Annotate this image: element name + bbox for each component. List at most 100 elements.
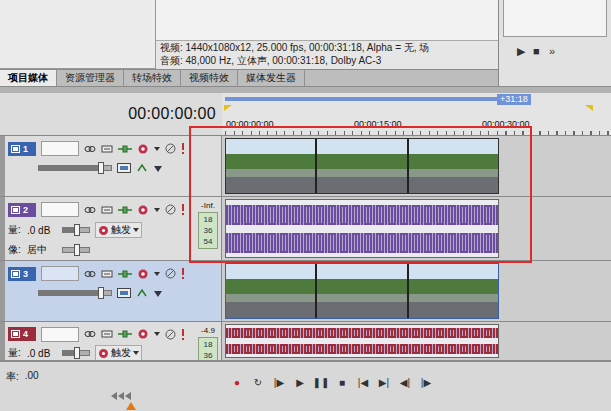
- fx-gear-icon[interactable]: [137, 204, 149, 216]
- pan-row: 像:居中: [8, 243, 193, 257]
- meter-scale: 183654: [198, 212, 218, 249]
- ruler[interactable]: +31:1800:00:00:0000:00:15:0000:00:30:00: [222, 93, 611, 135]
- tab[interactable]: 项目媒体: [0, 70, 57, 86]
- track-name-field[interactable]: [41, 266, 79, 281]
- bypass-icon[interactable]: [101, 144, 113, 154]
- rate-handle-icon[interactable]: [111, 392, 133, 400]
- volume-slider[interactable]: [62, 227, 90, 233]
- fx-gear-icon[interactable]: [137, 268, 149, 280]
- waveform-left: [226, 202, 498, 227]
- loop-end-icon[interactable]: [585, 105, 593, 111]
- transport-button[interactable]: |◀: [354, 375, 372, 391]
- video-thumbnail: [226, 139, 315, 193]
- compositing-mode-icon[interactable]: [153, 163, 163, 173]
- transport-button[interactable]: ▶: [291, 375, 309, 391]
- fx-gear-icon[interactable]: [137, 143, 149, 155]
- track-badge[interactable]: 3: [8, 267, 36, 281]
- trigger-dropdown[interactable]: 触发: [95, 222, 142, 238]
- solo-icon[interactable]: [181, 329, 185, 340]
- video-event[interactable]: [225, 263, 499, 319]
- level-thumb[interactable]: [98, 287, 104, 299]
- transport-button[interactable]: ▶|: [375, 375, 393, 391]
- track-name-field[interactable]: [41, 327, 79, 342]
- track-header[interactable]: 1: [0, 136, 222, 196]
- track-lane[interactable]: [222, 197, 611, 260]
- splitter[interactable]: [0, 86, 611, 93]
- volume-slider[interactable]: [62, 350, 90, 356]
- loop-region[interactable]: [225, 97, 497, 101]
- meter-tick: 36: [204, 350, 213, 361]
- volume-thumb[interactable]: [74, 224, 80, 236]
- volume-thumb[interactable]: [74, 347, 80, 359]
- loop-bar[interactable]: +31:18: [222, 93, 611, 105]
- audio-event[interactable]: [225, 324, 499, 358]
- level-thumb[interactable]: [98, 162, 104, 174]
- track-name-field[interactable]: [41, 202, 79, 217]
- parent-icon[interactable]: [136, 163, 148, 173]
- mute-icon[interactable]: [165, 268, 176, 279]
- transport-button[interactable]: |▶: [270, 375, 288, 391]
- transport-button[interactable]: |▶: [417, 375, 435, 391]
- level-slider[interactable]: [38, 290, 112, 296]
- video-event[interactable]: [225, 138, 499, 194]
- compositing-mode-icon[interactable]: [153, 288, 163, 298]
- rate-slider[interactable]: [86, 392, 176, 410]
- motion-icon[interactable]: [117, 288, 131, 298]
- tab[interactable]: 媒体发生器: [238, 70, 305, 86]
- ruler-row: 00:00:00:00+31:1800:00:00:0000:00:15:000…: [0, 93, 611, 136]
- composite-icon[interactable]: [118, 205, 132, 215]
- loop-start-icon[interactable]: [224, 105, 232, 111]
- motion-icon[interactable]: [117, 163, 131, 173]
- track-header[interactable]: 2量:.0 dB触发像:居中-Inf.183654: [0, 197, 222, 260]
- preview-button[interactable]: »: [549, 45, 559, 58]
- preview-button[interactable]: ▶: [517, 45, 527, 58]
- solo-icon[interactable]: [181, 268, 185, 279]
- level-slider[interactable]: [38, 165, 112, 171]
- bypass-icon[interactable]: [101, 269, 113, 279]
- tab[interactable]: 转场特效: [124, 70, 181, 86]
- tab[interactable]: 视频特效: [181, 70, 238, 86]
- track-badge[interactable]: 2: [8, 203, 36, 217]
- media-list[interactable]: [0, 0, 156, 69]
- transport-button[interactable]: ❚❚: [312, 375, 330, 391]
- track-lane[interactable]: [222, 322, 611, 360]
- mute-icon[interactable]: [165, 204, 176, 215]
- track-lane[interactable]: [222, 261, 611, 321]
- pan-thumb[interactable]: [74, 244, 80, 256]
- mute-icon[interactable]: [165, 329, 176, 340]
- parent-icon[interactable]: [136, 288, 148, 298]
- tab[interactable]: 资源管理器: [57, 70, 124, 86]
- track-badge[interactable]: 1: [8, 142, 36, 156]
- solo-icon[interactable]: [181, 204, 185, 215]
- track-header[interactable]: 3: [0, 261, 222, 321]
- fx-gear-icon[interactable]: [137, 328, 149, 340]
- composite-icon[interactable]: [118, 269, 132, 279]
- composite-icon[interactable]: [118, 329, 132, 339]
- preview-button[interactable]: ■: [533, 45, 543, 58]
- bypass-icon[interactable]: [101, 205, 113, 215]
- track-badge[interactable]: 4: [8, 327, 36, 341]
- link-icon[interactable]: [84, 205, 96, 215]
- dropdown-icon[interactable]: [154, 272, 160, 276]
- dropdown-icon[interactable]: [154, 208, 160, 212]
- track-header[interactable]: 4量:.0 dB触发-4.91836: [0, 322, 222, 360]
- composite-icon[interactable]: [118, 144, 132, 154]
- pan-slider[interactable]: [62, 247, 90, 253]
- bypass-icon[interactable]: [101, 329, 113, 339]
- dropdown-icon[interactable]: [154, 332, 160, 336]
- link-icon[interactable]: [84, 329, 96, 339]
- audio-event[interactable]: [225, 199, 499, 258]
- transport-button[interactable]: ↻: [249, 375, 267, 391]
- track-lane[interactable]: [222, 136, 611, 196]
- transport-button[interactable]: ◀|: [396, 375, 414, 391]
- dropdown-icon[interactable]: [154, 147, 160, 151]
- trigger-dropdown[interactable]: 触发: [95, 345, 142, 361]
- track-name-field[interactable]: [41, 141, 79, 156]
- transport-button[interactable]: ■: [333, 375, 351, 391]
- mute-icon[interactable]: [165, 143, 176, 154]
- transport-button[interactable]: ●: [228, 375, 246, 391]
- link-icon[interactable]: [84, 269, 96, 279]
- link-icon[interactable]: [84, 144, 96, 154]
- solo-icon[interactable]: [181, 143, 185, 154]
- rate-control: 率:.00: [0, 362, 222, 411]
